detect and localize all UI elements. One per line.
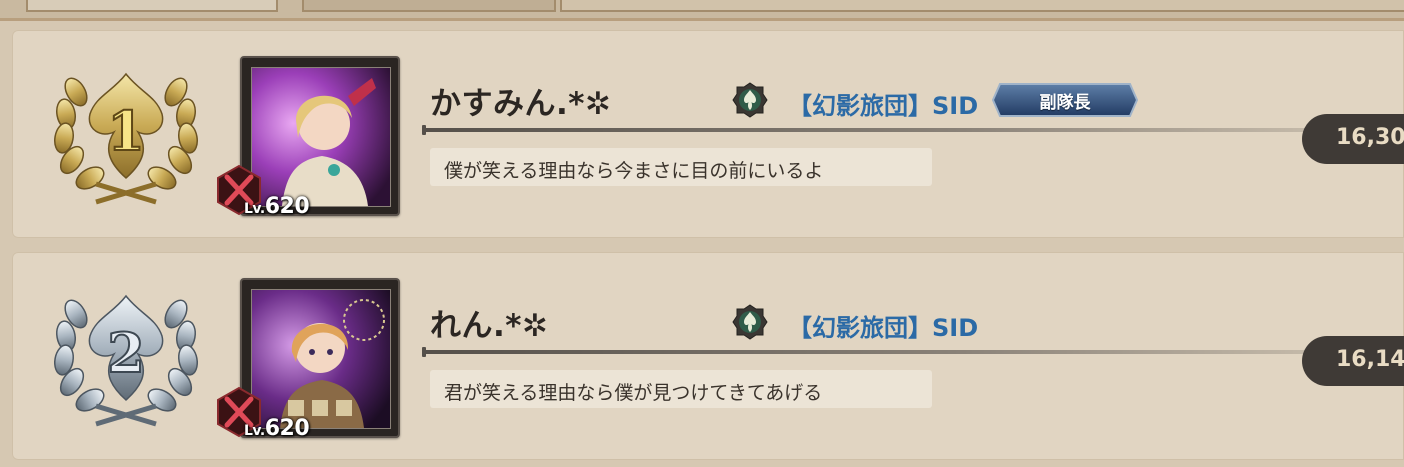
top-tab-1[interactable] [26,0,278,12]
player-portrait[interactable] [240,278,400,438]
guild-name[interactable]: 【幻影旅団】SID [788,86,978,121]
role-label: 副隊長 [1039,93,1091,113]
character-avatar [251,289,391,429]
player-name: かすみん.*✲ [430,86,612,122]
player-portrait[interactable] [240,56,400,216]
rank-number: 2 [107,321,145,385]
top-tab-bar [0,0,1404,21]
character-avatar [251,67,391,207]
score-value: 16,30 [1336,125,1404,150]
ranking-row[interactable]: 1 Lv.620 かすみん.*✲ 【幻影旅団】SID 副隊長 僕が笑える理由なら… [12,30,1404,238]
rank-number: 1 [107,99,145,163]
player-comment: 君が笑える理由なら僕が見つけてきてあげる [430,370,932,408]
player-level: Lv.620 [244,416,310,441]
player-level: Lv.620 [244,194,310,219]
fleur-de-lis-icon [732,304,768,340]
name-divider [422,125,1404,135]
comment-text: 僕が笑える理由なら今まさに目の前にいるよ [444,160,824,182]
top-tab-3[interactable] [560,0,1404,12]
top-tab-2[interactable] [302,0,556,12]
score-badge: 16,30 [1302,114,1404,164]
silver-laurel-rank-icon: 2 [54,294,198,427]
name-divider [422,347,1404,357]
score-value: 16,14 [1336,347,1404,372]
comment-text: 君が笑える理由なら僕が見つけてきてあげる [444,382,823,404]
player-name: れん.*✲ [430,308,549,344]
fleur-de-lis-icon [732,82,768,118]
guild-name[interactable]: 【幻影旅団】SID [788,308,978,343]
player-comment: 僕が笑える理由なら今まさに目の前にいるよ [430,148,932,186]
ranking-row[interactable]: 2 Lv.620 れん.*✲ 【幻影旅団】SID 君が笑える理由なら僕が見つけて… [12,252,1404,460]
score-badge: 16,14 [1302,336,1404,386]
gold-laurel-rank-icon: 1 [54,72,198,205]
